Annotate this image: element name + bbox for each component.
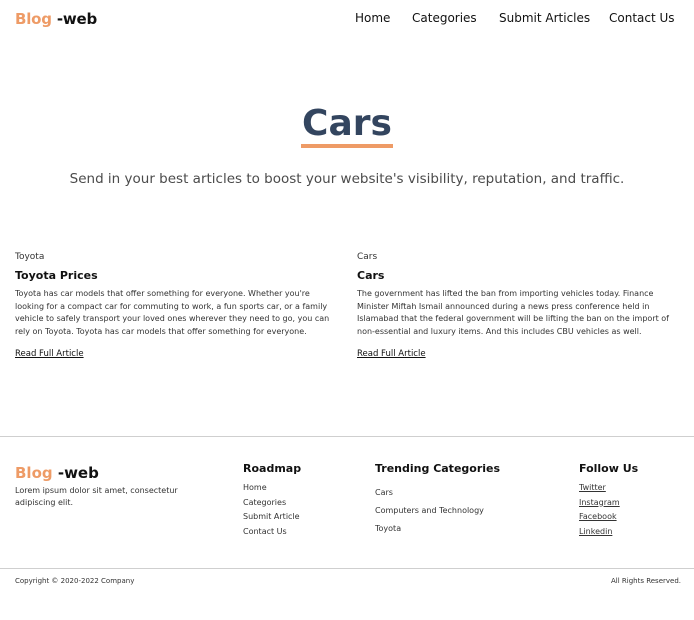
page-subtitle: Send in your best articles to boost your… (69, 171, 625, 187)
social-link-twitter[interactable]: Twitter (579, 481, 638, 496)
footer-logo-text: -web (52, 464, 99, 482)
article-card: Cars Cars The government has lifted the … (357, 252, 679, 360)
logo-accent: Blog (15, 10, 52, 28)
read-full-article-link[interactable]: Read Full Article (357, 349, 426, 359)
footer-trending-heading: Trending Categories (375, 462, 501, 475)
article-category: Toyota (15, 252, 45, 262)
footer-category-cars[interactable]: Cars (375, 484, 500, 502)
footer-roadmap-heading: Roadmap (243, 462, 302, 475)
copyright-text: Copyright © 2020-2022 Company (15, 577, 135, 585)
hero-title-wrap: Cars (0, 104, 694, 148)
article-category: Cars (357, 252, 378, 262)
footer-divider (0, 436, 694, 437)
nav-categories[interactable]: Categories (412, 11, 477, 25)
rights-text: All Rights Reserved. (610, 577, 681, 585)
site-logo[interactable]: Blog -web (15, 10, 97, 28)
footer-description: Lorem ipsum dolor sit amet, consectetur … (15, 486, 178, 507)
nav-contact-us[interactable]: Contact Us (609, 11, 675, 25)
footer-link-categories[interactable]: Categories (243, 496, 301, 511)
footer-category-computers[interactable]: Computers and Technology (375, 502, 500, 520)
social-link-facebook[interactable]: Facebook (579, 510, 638, 525)
article-excerpt: Toyota has car models that offer somethi… (15, 289, 330, 336)
footer-trending-categories: Trending Categories Cars Computers and T… (375, 462, 500, 538)
footer-link-contact-us[interactable]: Contact Us (243, 525, 301, 540)
footer-logo-accent: Blog (15, 464, 53, 482)
site-header: Blog -web Home Categories Submit Article… (0, 0, 694, 40)
footer-follow-us: Follow Us Twitter Instagram Facebook Lin… (579, 462, 638, 539)
footer-follow-heading: Follow Us (579, 462, 639, 475)
article-title: Cars (357, 269, 385, 282)
article-excerpt: The government has lifted the ban from i… (357, 289, 669, 336)
social-link-instagram[interactable]: Instagram (579, 496, 638, 511)
nav-submit-articles[interactable]: Submit Articles (499, 11, 590, 25)
footer-roadmap: Roadmap Home Categories Submit Article C… (243, 462, 301, 539)
logo-text: -web (51, 10, 98, 28)
footer-link-submit-article[interactable]: Submit Article (243, 510, 301, 525)
footer-logo[interactable]: Blog -web (15, 464, 99, 482)
read-full-article-link[interactable]: Read Full Article (15, 349, 84, 359)
article-card: Toyota Toyota Prices Toyota has car mode… (15, 252, 337, 360)
footer-link-home[interactable]: Home (243, 481, 301, 496)
page-title: Cars (301, 104, 393, 148)
footer-category-toyota[interactable]: Toyota (375, 520, 500, 538)
article-title: Toyota Prices (15, 269, 98, 282)
footer-bottom-divider (0, 568, 694, 569)
nav-home[interactable]: Home (355, 11, 390, 25)
social-link-linkedin[interactable]: Linkedin (579, 525, 638, 540)
